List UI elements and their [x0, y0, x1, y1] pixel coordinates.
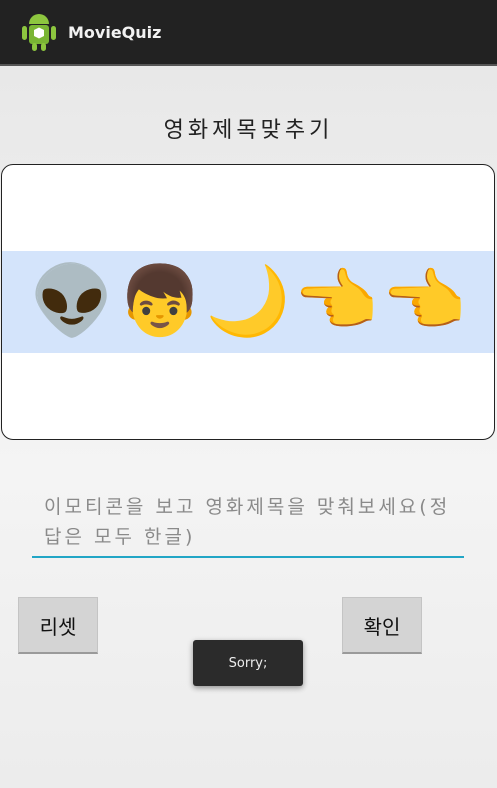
emoji-clue-panel: 👽 👦 🌙 👈 👈	[1, 164, 495, 440]
pointing-left-hand-icon: 👈	[293, 262, 379, 341]
crescent-moon-icon: 🌙	[205, 262, 291, 341]
app-title: MovieQuiz	[68, 22, 162, 42]
boy-icon: 👦	[117, 262, 203, 341]
android-icon	[22, 14, 56, 51]
answer-input[interactable]: 이모티콘을 보고 영화제목을 맞춰보세요(정답은 모두 한글)	[32, 488, 464, 558]
page-title: 영화제목맞추기	[163, 118, 334, 143]
alien-icon: 👽	[29, 262, 115, 341]
action-bar: MovieQuiz	[0, 0, 497, 66]
pointing-left-hand-icon: 👈	[381, 262, 467, 341]
answer-input-placeholder: 이모티콘을 보고 영화제목을 맞춰보세요(정답은 모두 한글)	[44, 496, 451, 548]
confirm-button[interactable]: 확인	[342, 597, 422, 654]
reset-button[interactable]: 리셋	[18, 597, 98, 654]
emoji-clue-strip: 👽 👦 🌙 👈 👈	[2, 251, 494, 353]
toast-message: Sorry;	[193, 640, 303, 686]
